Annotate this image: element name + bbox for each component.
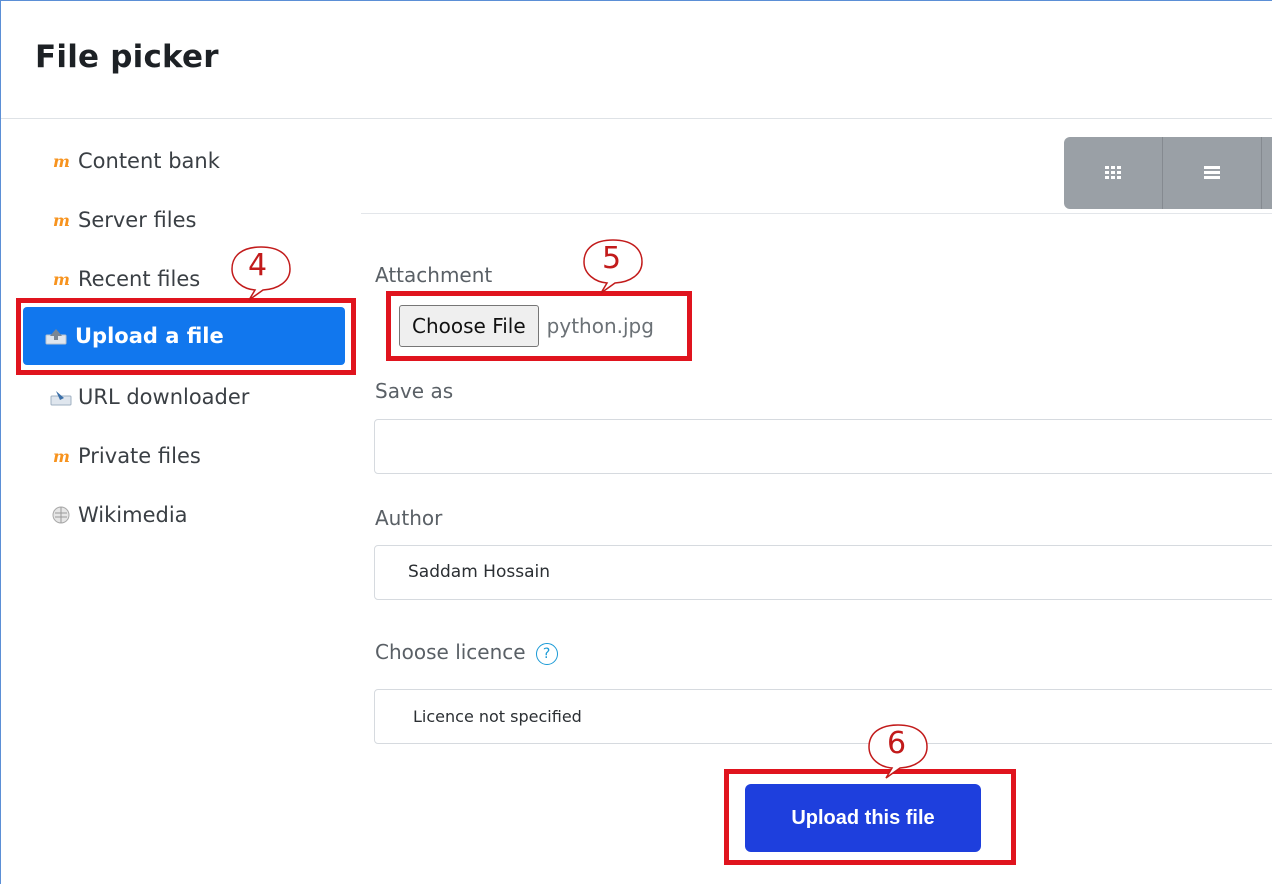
save-as-input[interactable] (374, 419, 1272, 474)
sidebar-item-wikimedia[interactable]: Wikimedia (46, 495, 188, 535)
dialog-title: File picker (35, 39, 219, 75)
moodle-icon: m (53, 210, 70, 230)
sidebar-item-recent-files[interactable]: m Recent files (46, 259, 200, 299)
moodle-icon: m (53, 151, 70, 171)
author-input[interactable]: Saddam Hossain (374, 545, 1272, 600)
sidebar-item-label: Server files (78, 208, 197, 232)
attachment-label: Attachment (375, 263, 493, 287)
annotation-box-5 (386, 291, 692, 361)
annotation-number: 5 (602, 241, 622, 276)
annotation-callout-4: 4 (229, 245, 293, 308)
grid-view-button[interactable] (1064, 137, 1163, 209)
sidebar-item-server-files[interactable]: m Server files (46, 200, 196, 240)
licence-select[interactable]: Licence not specified (374, 689, 1272, 744)
annotation-number: 4 (248, 248, 268, 283)
sidebar-item-label: URL downloader (78, 385, 250, 409)
save-as-label: Save as (375, 379, 454, 403)
moodle-icon: m (53, 269, 70, 289)
author-value: Saddam Hossain (408, 562, 550, 582)
grid-view-icon (1105, 166, 1121, 179)
url-downloader-icon (46, 386, 76, 408)
annotation-number: 6 (887, 726, 907, 761)
dialog-header: File picker (1, 1, 1272, 119)
sidebar-item-url-downloader[interactable]: URL downloader (46, 377, 249, 417)
sidebar-item-label: Private files (78, 444, 201, 468)
view-toolbar (1064, 137, 1272, 209)
sidebar-item-label: Content bank (78, 149, 220, 173)
list-view-button[interactable] (1163, 137, 1262, 209)
sidebar-item-content-bank[interactable]: m Content bank (46, 141, 220, 181)
licence-label-row: Choose licence? (375, 640, 558, 665)
licence-label: Choose licence (375, 640, 526, 664)
sidebar-item-private-files[interactable]: m Private files (46, 436, 201, 476)
file-picker-dialog: File picker m Content bank m Server file… (0, 0, 1272, 884)
moodle-icon: m (53, 446, 70, 466)
annotation-callout-6: 6 (866, 723, 930, 786)
author-label: Author (375, 506, 443, 530)
wikimedia-icon (46, 504, 76, 526)
annotation-box-4 (16, 298, 356, 375)
list-view-icon (1204, 166, 1220, 179)
annotation-callout-5: 5 (581, 238, 645, 301)
licence-selected-value: Licence not specified (413, 707, 582, 726)
toolbar-divider (361, 213, 1272, 214)
sidebar-item-label: Recent files (78, 267, 201, 291)
sidebar-item-label: Wikimedia (78, 503, 188, 527)
help-icon[interactable]: ? (535, 642, 558, 665)
